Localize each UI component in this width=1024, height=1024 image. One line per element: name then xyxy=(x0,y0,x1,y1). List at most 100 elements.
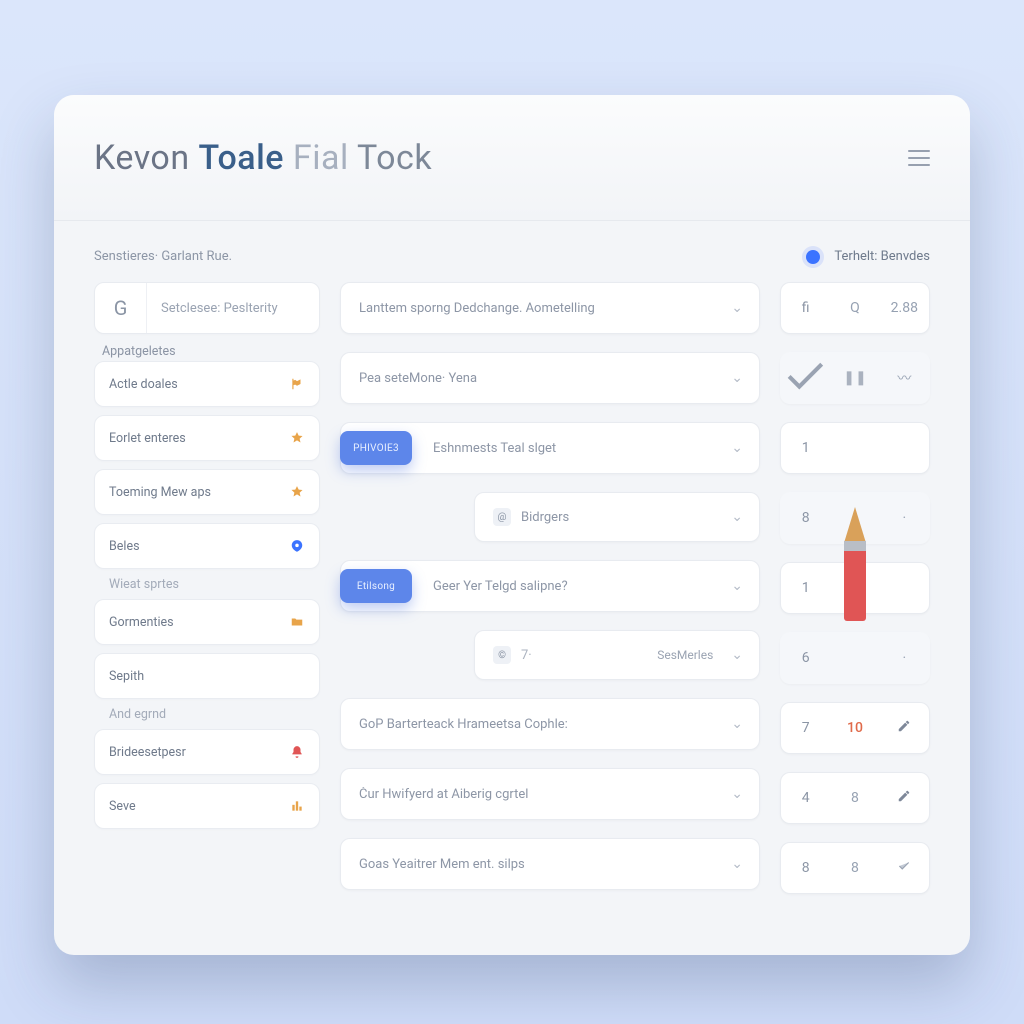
tag-pill[interactable]: PHIVOIE3 xyxy=(340,431,412,465)
row-text: Bidrgers xyxy=(521,510,731,525)
chevron-down-icon: ⌄ xyxy=(731,509,743,525)
provider-g-icon: G xyxy=(95,283,147,333)
row-text: Goas Yeaitrer Mem ent. silps xyxy=(359,857,731,872)
row-with-pill: PHIVOIE3 Eshnmests Teal slget⌄ xyxy=(340,422,760,474)
title-word-2: Toale xyxy=(199,138,284,178)
wave-icon: 〰 xyxy=(880,368,929,388)
sidebar-item[interactable]: Sepith xyxy=(94,653,320,699)
row-text: Geer Yer Telgd salipne? xyxy=(433,579,731,594)
sidebar-item-label: Eorlet enteres xyxy=(109,431,186,446)
at-icon: © xyxy=(493,646,511,664)
sidebar-item-label: Sepith xyxy=(109,669,144,684)
right-column: fiQ2.88❚❚〰18·16·7104888 xyxy=(780,282,930,894)
metric-b: Q xyxy=(831,300,880,316)
left-column: G Setclesee: Peslterity Appatgeletes Act… xyxy=(94,282,320,829)
sidebar-item[interactable]: Actle doales xyxy=(94,361,320,407)
title-word-3: Fial xyxy=(293,138,349,178)
metric-card[interactable]: 1 xyxy=(780,422,930,474)
metric-card[interactable]: ❚❚〰 xyxy=(780,352,930,404)
titlebar: Kevon Toale Fial Tock xyxy=(54,95,970,221)
row-card[interactable]: Lanttem sporng Dedchange. Aometelling⌄ xyxy=(340,282,760,334)
chevron-down-icon: ⌄ xyxy=(731,716,743,732)
sidebar-heading: Appatgeletes xyxy=(94,334,320,361)
row-text: GoP Barterteack Hrameetsa Cophle: xyxy=(359,717,731,732)
menu-icon[interactable] xyxy=(908,150,930,166)
row-text: Čur Hwifyerd at Aiberig cgrtel xyxy=(359,787,731,802)
metric-a: 1 xyxy=(781,580,830,596)
chevron-down-icon: ⌄ xyxy=(731,300,743,316)
chevron-down-icon: ⌄ xyxy=(731,440,743,456)
sidebar-ghost-1: Wieat sprtes xyxy=(94,569,320,599)
sidebar-item[interactable]: Brideesetpesr xyxy=(94,729,320,775)
sidebar-list-1: Actle doales Eorlet enteres Toeming Mew ap… xyxy=(94,361,320,569)
chevron-down-icon: ⌄ xyxy=(731,647,743,663)
metric-a: 8 xyxy=(781,860,830,876)
sidebar-item-label: Toeming Mew aps xyxy=(109,485,211,500)
row-text: Eshnmests Teal slget xyxy=(433,441,731,456)
row-text: Pea seteMone· Yena xyxy=(359,371,731,386)
body: Senstieres· Garlant Rue. Terhelt: Benvde… xyxy=(54,221,970,955)
row-card[interactable]: GoP Barterteack Hrameetsa Cophle:⌄ xyxy=(340,698,760,750)
flag-icon xyxy=(289,376,305,392)
metric-b: 8 xyxy=(831,790,880,806)
row-card[interactable]: Pea seteMone· Yena⌄ xyxy=(340,352,760,404)
sidebar-item[interactable]: Eorlet enteres xyxy=(94,415,320,461)
sidebar-item[interactable]: Beles xyxy=(94,523,320,569)
sidebar-item-label: Seve xyxy=(109,799,136,814)
sidebar-item[interactable]: Seve xyxy=(94,783,320,829)
legend-label: Terhelt: Benvdes xyxy=(834,249,930,264)
tag-icon xyxy=(289,538,305,554)
edit-icon[interactable] xyxy=(897,791,911,807)
row-small: 7· xyxy=(521,648,532,663)
edit-icon[interactable] xyxy=(897,721,911,737)
row-card[interactable]: Goas Yeaitrer Mem ent. silps⌄ xyxy=(340,838,760,890)
metric-card[interactable]: 88 xyxy=(780,842,930,894)
main-grid: G Setclesee: Peslterity Appatgeletes Act… xyxy=(94,282,930,894)
metric-card[interactable]: 6· xyxy=(780,632,930,684)
metric-a: 8 xyxy=(781,510,830,526)
sidebar-item-label: Actle doales xyxy=(109,377,178,392)
sidebar-ghost-2: And egrnd xyxy=(94,699,320,729)
pause-icon[interactable]: ❚❚ xyxy=(831,370,880,386)
breadcrumb: Senstieres· Garlant Rue. xyxy=(94,249,232,264)
metric-card[interactable]: 710 xyxy=(780,702,930,754)
chart-icon xyxy=(289,798,305,814)
metric-a: 1 xyxy=(781,440,830,456)
star-icon xyxy=(289,484,305,500)
metric-card[interactable]: fiQ2.88 xyxy=(780,282,930,334)
search-label: Setclesee: Peslterity xyxy=(147,283,319,333)
app-window: Kevon Toale Fial Tock Senstieres· Garlan… xyxy=(54,95,970,955)
chevron-down-icon: ⌄ xyxy=(731,370,743,386)
metric-card[interactable]: 1 xyxy=(780,562,930,614)
chevron-down-icon: ⌄ xyxy=(731,786,743,802)
search-card[interactable]: G Setclesee: Peslterity xyxy=(94,282,320,334)
metric-a: 7 xyxy=(781,720,830,736)
metric-card[interactable]: 8· xyxy=(780,492,930,544)
title-word-4: Tock xyxy=(357,138,432,178)
folder-icon xyxy=(289,614,305,630)
metric-a: 6 xyxy=(781,650,830,666)
row-card[interactable]: Čur Hwifyerd at Aiberig cgrtel⌄ xyxy=(340,768,760,820)
sidebar-item[interactable]: Toeming Mew aps xyxy=(94,469,320,515)
check-icon[interactable] xyxy=(781,352,830,405)
row-with-pill: EtilsongGeer Yer Telgd salipne?⌄ xyxy=(340,560,760,612)
tag-pill[interactable]: Etilsong xyxy=(340,569,412,603)
row-text: Lanttem sporng Dedchange. Aometelling xyxy=(359,301,731,316)
row-card-inset[interactable]: @ Bidrgers⌄ xyxy=(474,492,760,542)
legend: Terhelt: Benvdes xyxy=(806,249,930,264)
at-icon: @ xyxy=(493,508,511,526)
row-card-inset[interactable]: © 7· SesMerles⌄ xyxy=(474,630,760,680)
sidebar-list-2: Gormenties Sepith xyxy=(94,599,320,699)
metric-card[interactable]: 48 xyxy=(780,772,930,824)
subheader: Senstieres· Garlant Rue. Terhelt: Benvde… xyxy=(94,249,930,264)
status-dot-icon xyxy=(806,250,820,264)
metric-c: · xyxy=(902,510,906,526)
check-icon[interactable] xyxy=(897,861,911,877)
row-sidetext: SesMerles xyxy=(657,648,731,662)
metric-b: 8 xyxy=(831,860,880,876)
star-icon xyxy=(289,430,305,446)
metric-b: 10 xyxy=(831,720,880,736)
bell-icon xyxy=(289,744,305,760)
title-word-1: Kevon xyxy=(94,138,190,178)
sidebar-item[interactable]: Gormenties xyxy=(94,599,320,645)
